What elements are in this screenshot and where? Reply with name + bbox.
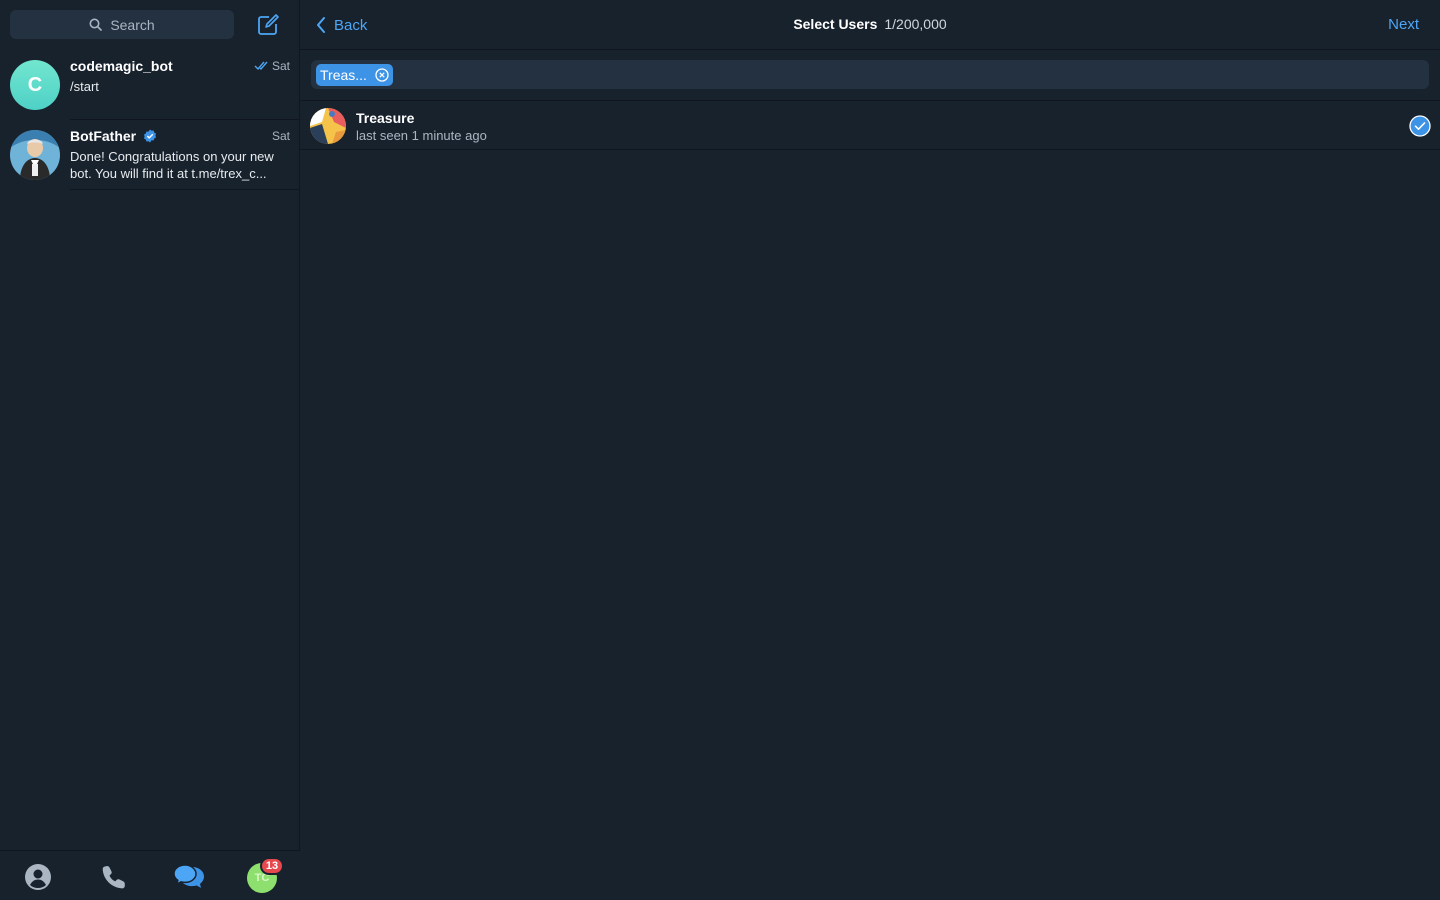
- tab-chats[interactable]: [173, 863, 204, 891]
- chat-preview: /start: [70, 79, 99, 94]
- unread-badge: 13: [260, 857, 284, 875]
- chat-date: Sat: [254, 59, 290, 73]
- page-title: Select Users 1/200,000: [300, 16, 1440, 32]
- avatar: C: [10, 60, 60, 110]
- user-row-treasure[interactable]: Treasure last seen 1 minute ago: [300, 100, 1440, 150]
- tab-bar: TC 13: [0, 850, 300, 900]
- search-placeholder: Search: [110, 16, 155, 33]
- verified-icon: [144, 129, 157, 143]
- chat-item-codemagic-bot[interactable]: C codemagic_bot Sat /start: [0, 50, 300, 120]
- next-button[interactable]: Next: [1388, 16, 1419, 33]
- check-circle-icon[interactable]: [1409, 115, 1431, 137]
- compose-button[interactable]: [256, 13, 280, 37]
- avatar: [310, 108, 346, 144]
- divider: [70, 189, 300, 190]
- search-input[interactable]: Search: [10, 10, 234, 39]
- header: Back Select Users 1/200,000 Next: [300, 0, 1440, 50]
- tab-calls[interactable]: [100, 863, 128, 891]
- person-icon: [25, 864, 51, 890]
- chat-item-botfather[interactable]: BotFather Sat Done! Congratulations on y…: [0, 120, 300, 190]
- chat-preview: Done! Congratulations on your new bot. Y…: [70, 149, 274, 181]
- remove-icon[interactable]: [375, 68, 389, 82]
- chat-name: BotFather: [70, 128, 157, 144]
- avatar: [10, 130, 60, 180]
- token-label: Treas...: [320, 67, 367, 83]
- main-panel: Back Select Users 1/200,000 Next Treas...: [300, 0, 1440, 900]
- chat-name: codemagic_bot: [70, 58, 173, 74]
- sidebar: Search C codemagic_bot Sat /start BotFat…: [0, 0, 300, 900]
- phone-icon: [102, 866, 125, 889]
- search-icon: [89, 18, 103, 31]
- selection-count: 1/200,000: [884, 16, 947, 32]
- compose-icon: [258, 14, 279, 35]
- tab-contacts[interactable]: [24, 863, 52, 891]
- title-text: Select Users: [793, 16, 878, 32]
- double-check-icon: [254, 61, 268, 71]
- user-status: last seen 1 minute ago: [356, 128, 487, 143]
- chat-date: Sat: [271, 129, 290, 143]
- user-search-field[interactable]: Treas...: [311, 60, 1429, 89]
- user-name: Treasure: [356, 110, 415, 126]
- selected-user-token[interactable]: Treas...: [316, 64, 393, 86]
- chats-icon: [173, 864, 204, 888]
